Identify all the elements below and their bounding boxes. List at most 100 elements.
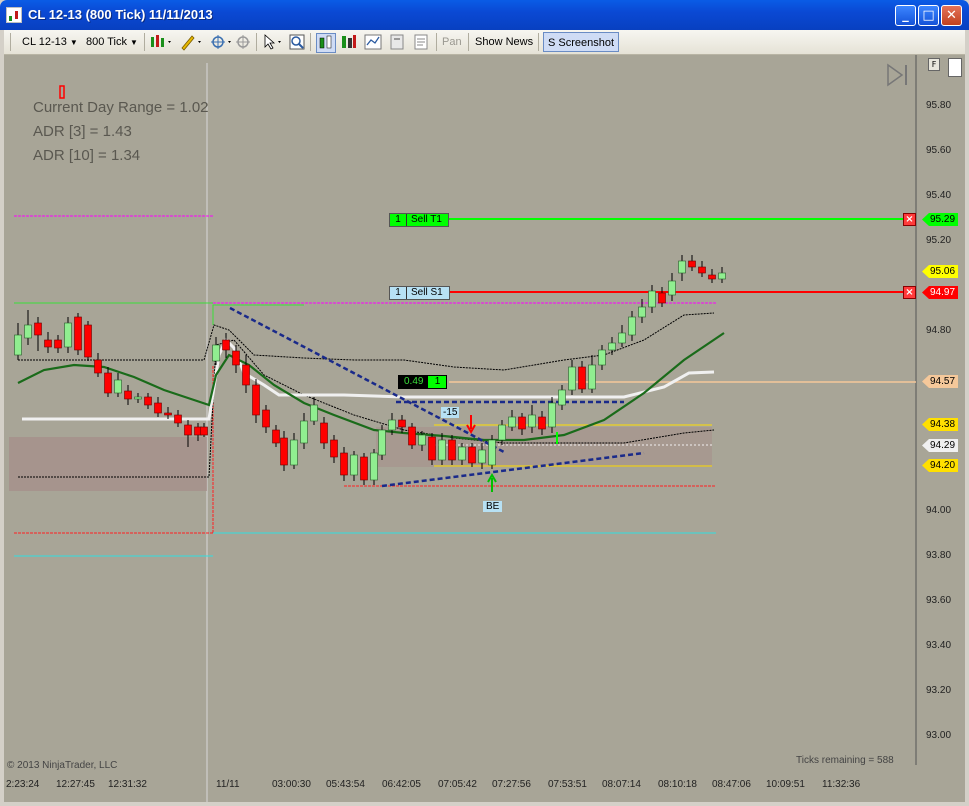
pivot-line	[212, 304, 304, 325]
properties-icon[interactable]	[412, 33, 430, 51]
chart-app-icon	[6, 7, 22, 23]
x-tick: 05:43:54	[326, 779, 365, 790]
zoom-icon[interactable]	[288, 33, 306, 51]
candle-body	[232, 350, 240, 366]
screenshot-button[interactable]: S Screenshot	[543, 32, 620, 52]
ema-line	[17, 332, 725, 442]
pan-button[interactable]: Pan	[442, 34, 462, 50]
x-tick: 11:32:36	[822, 779, 861, 790]
candle-body	[638, 306, 646, 318]
order-sell-s1[interactable]: 1 Sell S1	[389, 286, 450, 300]
copyright-text: © 2013 NinjaTrader, LLC	[7, 760, 118, 771]
candle-body	[114, 379, 122, 394]
toolbar-separator	[436, 33, 437, 51]
candle-body	[54, 339, 62, 349]
toolbar-separator	[144, 33, 145, 51]
crosshair-icon[interactable]	[210, 33, 231, 51]
cancel-order-icon[interactable]: ×	[903, 213, 916, 226]
candle-body	[398, 419, 406, 428]
candle-body	[64, 322, 72, 348]
candle-body	[242, 364, 250, 386]
candle-body	[568, 366, 576, 391]
candle-body	[468, 446, 476, 464]
candle-body	[648, 290, 656, 308]
global-crosshair-icon[interactable]	[234, 33, 252, 51]
data-box-icon[interactable]	[388, 33, 406, 51]
candlestick-chart-icon[interactable]	[316, 33, 336, 53]
y-tick: 95.60	[926, 145, 952, 156]
adr-10: ADR [10] = 1.34	[33, 147, 141, 164]
candle-body	[478, 449, 486, 464]
period-selector[interactable]: 800 Tick ▼	[86, 34, 138, 50]
candle-body	[578, 366, 586, 390]
candle-body	[174, 414, 182, 424]
candle-body	[498, 424, 506, 441]
chart-panel[interactable]: Current Day Range = 1.02 ADR [3] = 1.43 …	[4, 55, 965, 802]
candle-body	[458, 446, 466, 461]
x-tick: 07:05:42	[438, 779, 477, 790]
maximize-button[interactable]: □	[918, 5, 939, 26]
title-bar: CL 12-13 (800 Tick) 11/11/2013 _ □ ✕	[0, 0, 969, 30]
drawing-pencil-icon[interactable]	[180, 33, 201, 51]
candle-body	[164, 412, 172, 416]
candle-body	[300, 420, 308, 444]
current-day-range: Current Day Range = 1.02	[33, 99, 209, 116]
candle-body	[678, 260, 686, 274]
cancel-order-icon[interactable]: ×	[903, 286, 916, 299]
candle-body	[488, 439, 496, 466]
order-sell-t1[interactable]: 1 Sell T1	[389, 213, 449, 227]
instrument-selector[interactable]: CL 12-13 ▼	[22, 34, 78, 50]
candle-body	[74, 316, 82, 351]
y-tick: 93.20	[926, 685, 952, 696]
x-tick: 12:31:32	[108, 779, 147, 790]
minimize-button[interactable]: _	[895, 5, 916, 26]
x-tick: 08:47:06	[712, 779, 751, 790]
candle-body	[370, 452, 378, 481]
price-tag-level: 94.20	[922, 459, 959, 472]
candle-body	[418, 434, 426, 446]
pointer-icon[interactable]	[262, 33, 281, 51]
order-qty: 1	[395, 214, 401, 225]
candle-body	[628, 316, 636, 336]
candle-body	[528, 414, 536, 428]
candle-body	[428, 436, 436, 461]
indicators-icon[interactable]	[340, 33, 358, 51]
scale-toggle-button[interactable]	[948, 58, 962, 77]
buy-arrow-icon	[487, 472, 497, 492]
candle-body	[598, 349, 606, 366]
candle-body	[44, 339, 52, 348]
adr-3: ADR [3] = 1.43	[33, 123, 132, 140]
scale-fixed-button[interactable]: F	[928, 58, 940, 71]
candle-body	[34, 322, 42, 336]
value-area-zone	[9, 437, 207, 491]
position-value: 0.49	[404, 376, 424, 387]
candle-body	[518, 416, 526, 430]
candle-body	[438, 439, 446, 461]
strategies-icon[interactable]	[364, 33, 382, 51]
show-news-button[interactable]: Show News	[475, 34, 533, 50]
candle-body	[14, 334, 22, 356]
x-tick: 06:42:05	[382, 779, 421, 790]
position-pnl[interactable]: 0.49 1	[398, 375, 448, 389]
candle-body	[154, 402, 162, 414]
y-tick: 94.00	[926, 505, 952, 516]
window-bottom-border	[4, 802, 965, 806]
candle-body	[272, 429, 280, 444]
candle-body	[340, 452, 348, 476]
toolbar-separator	[310, 33, 311, 51]
value-area-zone	[376, 427, 712, 467]
close-button[interactable]: ✕	[941, 5, 962, 26]
play-icon	[887, 63, 904, 87]
candle-body	[508, 416, 516, 428]
instrument-label: CL 12-13	[22, 36, 67, 48]
candle-body	[200, 426, 208, 436]
y-tick: 94.80	[926, 325, 952, 336]
candle-body	[24, 324, 32, 339]
upper-band	[18, 312, 715, 371]
candle-body	[658, 292, 666, 304]
order-name: Sell T1	[406, 214, 448, 226]
candle-body	[698, 266, 706, 274]
bar-type-icon[interactable]	[150, 33, 171, 51]
x-tick: 07:27:56	[492, 779, 531, 790]
x-tick: 08:07:14	[602, 779, 641, 790]
